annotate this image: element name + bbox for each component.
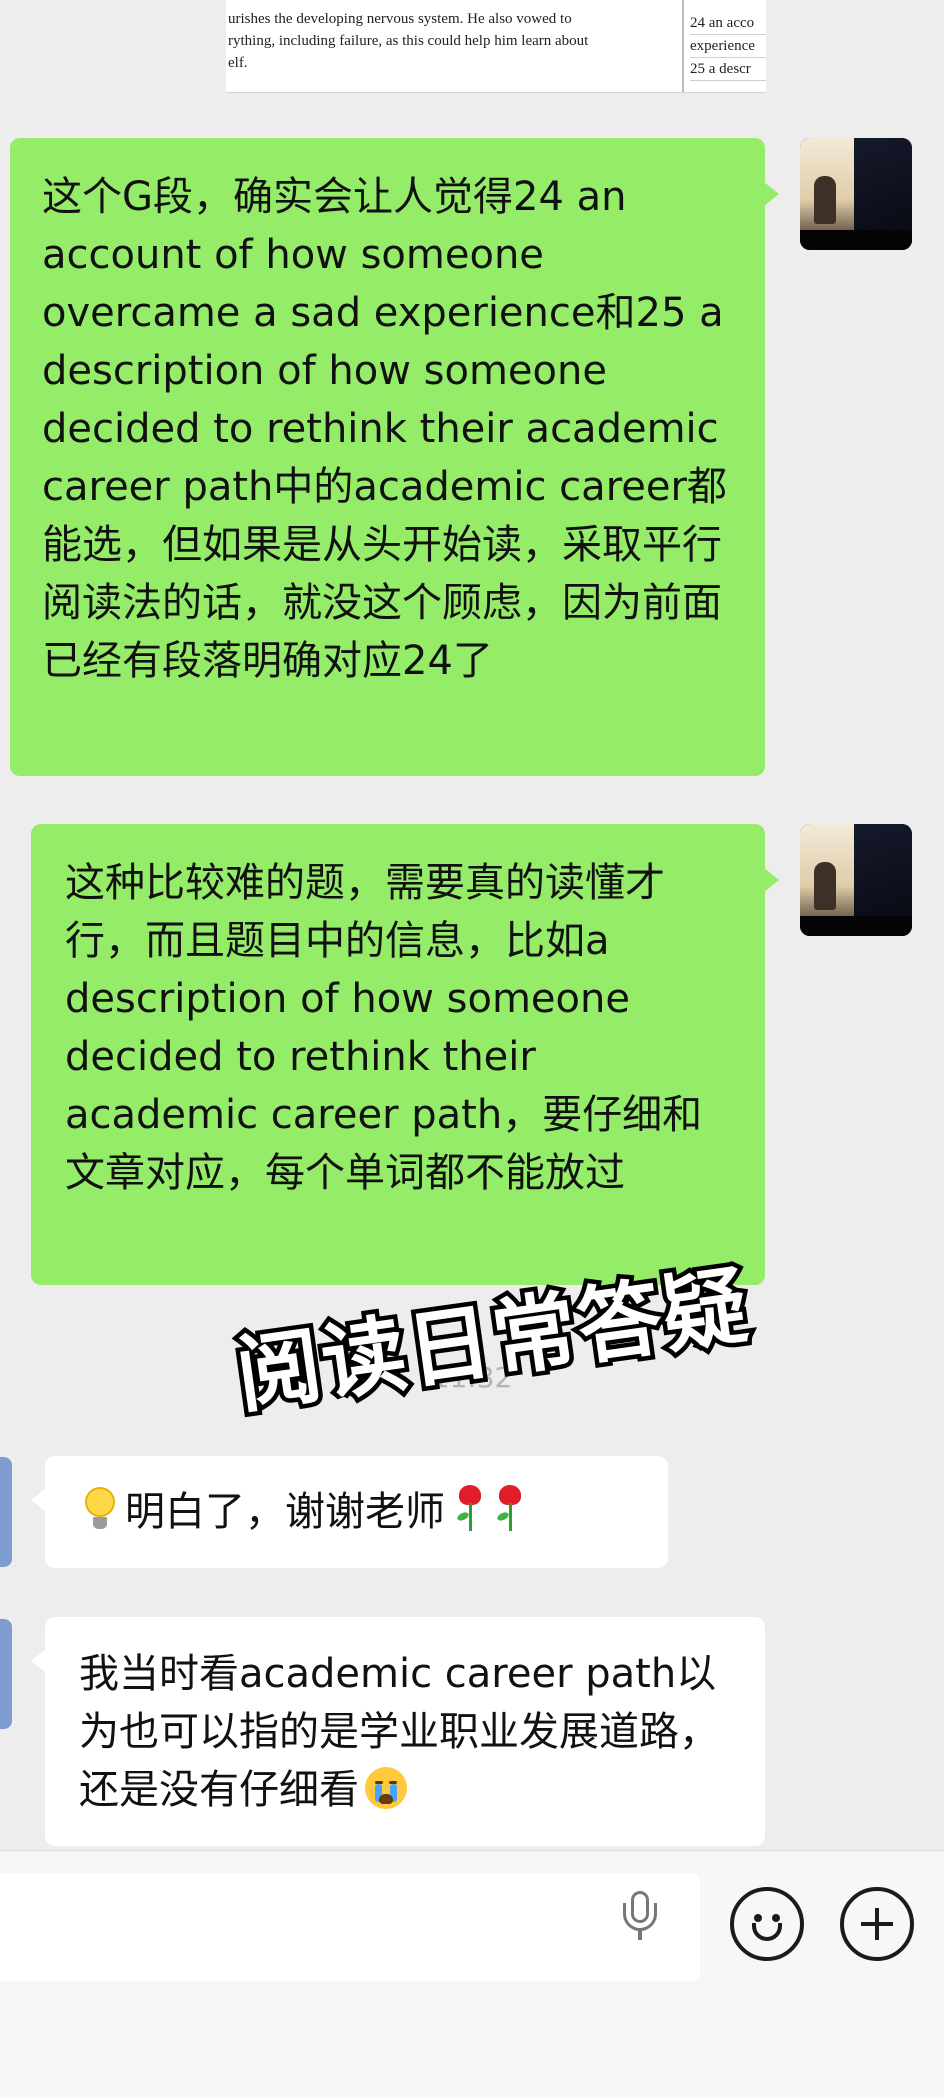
avatar-figure: [814, 862, 836, 910]
teacher-avatar[interactable]: [800, 138, 912, 250]
crying-face-icon: [365, 1767, 407, 1809]
message-text: 这个G段，确实会让人觉得24 an account of how someone…: [42, 174, 727, 684]
question-line: 25 a descr: [690, 58, 766, 81]
passage-line: urishes the developing nervous system. H…: [228, 11, 572, 27]
outgoing-message-bubble[interactable]: 这个G段，确实会让人觉得24 an account of how someone…: [10, 138, 779, 776]
rose-icon: [453, 1485, 485, 1535]
rose-icon: [493, 1485, 525, 1535]
student-avatar[interactable]: [0, 1457, 12, 1567]
chat-input-bar: [0, 1850, 944, 2098]
passage-text: urishes the developing nervous system. H…: [226, 8, 678, 74]
plus-circle-icon[interactable]: [840, 1887, 914, 1961]
student-avatar[interactable]: [0, 1619, 12, 1729]
outgoing-message-bubble[interactable]: 这种比较难的题，需要真的读懂才行，而且题目中的信息，比如a descriptio…: [31, 824, 779, 1285]
microphone-icon[interactable]: [618, 1887, 662, 1947]
message-input[interactable]: [0, 1873, 700, 1981]
question-list: 24 an acco experience 25 a descr: [690, 12, 766, 81]
light-bulb-icon: [85, 1487, 115, 1533]
incoming-message-bubble[interactable]: 明白了，谢谢老师: [31, 1456, 668, 1568]
avatar-shadow: [800, 230, 912, 250]
question-line: 24 an acco: [690, 12, 766, 35]
question-line: experience: [690, 35, 766, 58]
avatar-figure: [814, 176, 836, 224]
passage-divider: [682, 0, 684, 92]
incoming-message-bubble[interactable]: 我当时看academic career path以为也可以指的是学业职业发展道路…: [31, 1617, 765, 1846]
avatar-shadow: [800, 916, 912, 936]
message-text: 明白了，谢谢老师: [125, 1489, 445, 1535]
smiley-icon[interactable]: [730, 1887, 804, 1961]
passage-line: rything, including failure, as this coul…: [228, 33, 589, 49]
quoted-passage-screenshot: urishes the developing nervous system. H…: [226, 0, 766, 93]
message-text: 这种比较难的题，需要真的读懂才行，而且题目中的信息，比如a descriptio…: [65, 860, 703, 1196]
passage-line: elf.: [228, 55, 248, 71]
teacher-avatar[interactable]: [800, 824, 912, 936]
